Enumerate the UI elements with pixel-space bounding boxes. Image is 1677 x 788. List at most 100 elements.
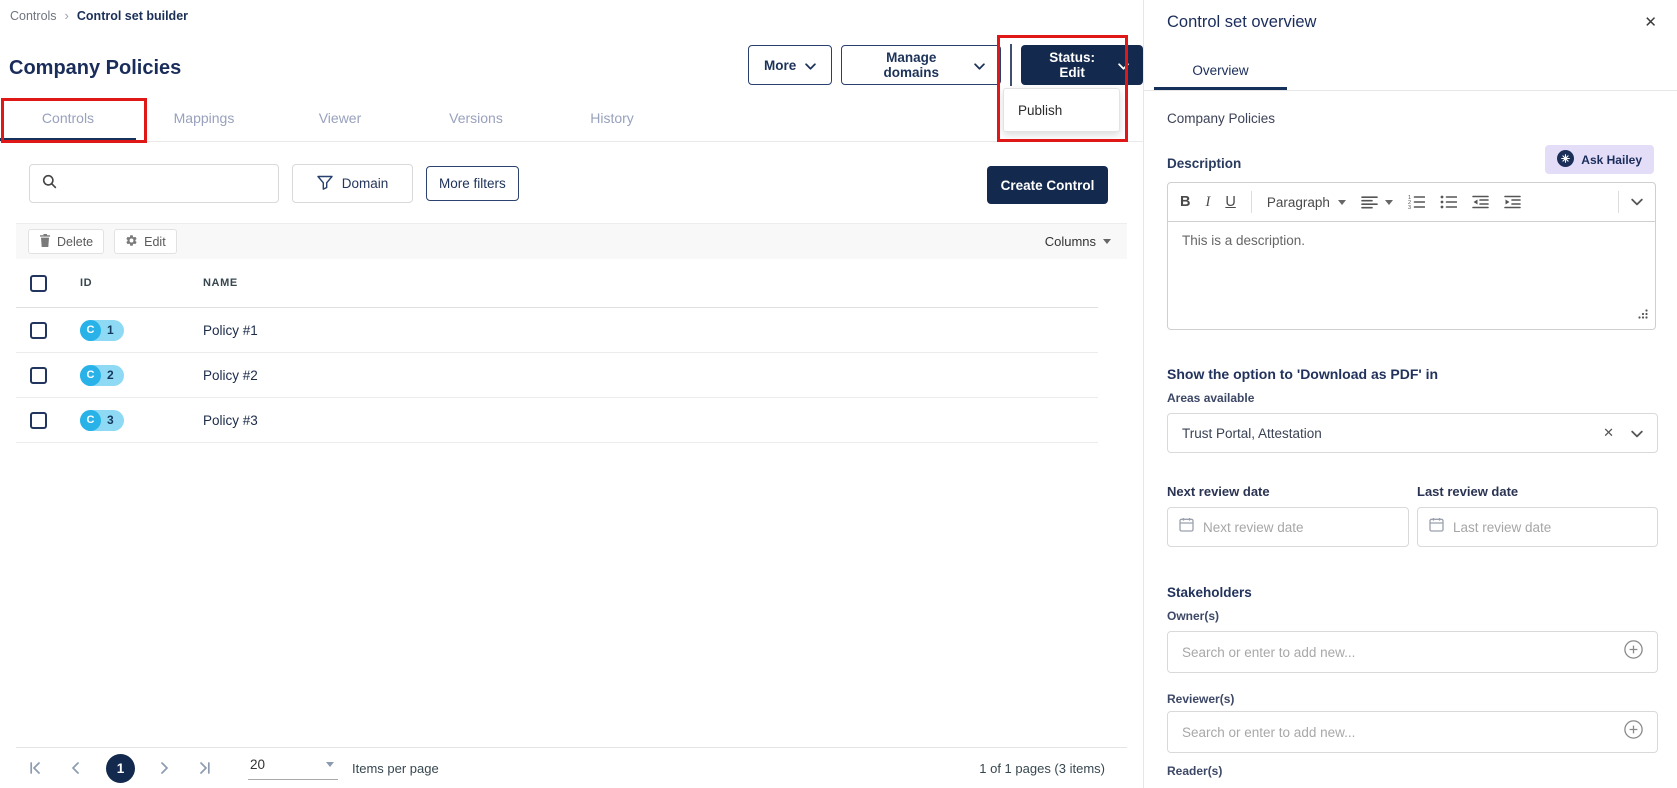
table-row[interactable]: C2 Policy #2 (16, 353, 1098, 398)
chevron-down-icon[interactable] (1631, 426, 1643, 441)
toolbar-more-chevron-icon[interactable] (1631, 198, 1643, 206)
badge-number: 1 (107, 323, 114, 337)
paragraph-style-dropdown[interactable]: Paragraph (1267, 195, 1346, 210)
areas-available-label: Areas available (1167, 391, 1254, 405)
download-pdf-heading: Show the option to 'Download as PDF' in (1167, 366, 1438, 382)
divider (1010, 44, 1012, 86)
controls-table: ID NAME C1 Policy #1 C2 Policy #2 C3 Pol… (16, 259, 1098, 443)
table-row[interactable]: C3 Policy #3 (16, 398, 1098, 443)
ask-hailey-label: Ask Hailey (1581, 153, 1642, 167)
outdent-button[interactable] (1472, 195, 1489, 209)
control-id-badge: C1 (80, 320, 124, 341)
table-row[interactable]: C1 Policy #1 (16, 308, 1098, 353)
edit-button[interactable]: Edit (114, 229, 177, 254)
tab-mappings[interactable]: Mappings (136, 97, 272, 141)
breadcrumb-controls[interactable]: Controls (10, 9, 57, 23)
select-all-checkbox[interactable] (30, 275, 47, 292)
tab-viewer[interactable]: Viewer (272, 97, 408, 141)
row-checkbox[interactable] (30, 367, 47, 384)
manage-domains-button[interactable]: Manage domains (841, 45, 1001, 85)
first-page-button[interactable] (28, 761, 42, 775)
control-name[interactable]: Policy #1 (203, 323, 1098, 338)
trash-icon (39, 234, 51, 250)
search-field[interactable] (29, 164, 279, 203)
badge-number: 2 (107, 368, 114, 382)
row-checkbox[interactable] (30, 322, 47, 339)
caret-down-icon (326, 762, 334, 767)
status-edit-label: Status: Edit (1035, 50, 1109, 80)
tab-history[interactable]: History (544, 97, 680, 141)
next-review-date-field[interactable] (1167, 507, 1409, 547)
items-per-page-label: Items per page (352, 761, 439, 776)
pagination-summary: 1 of 1 pages (3 items) (979, 761, 1105, 776)
caret-down-icon (1338, 200, 1346, 205)
divider (1144, 90, 1677, 91)
chevron-down-icon (974, 58, 985, 73)
caret-down-icon (1103, 239, 1111, 244)
last-review-date-input[interactable] (1453, 520, 1646, 535)
delete-button[interactable]: Delete (28, 229, 104, 254)
add-circle-icon[interactable] (1624, 720, 1643, 744)
next-page-button[interactable] (157, 761, 171, 775)
badge-prefix: C (80, 365, 101, 386)
domain-filter-label: Domain (342, 176, 389, 191)
table-header-row: ID NAME (16, 259, 1098, 308)
areas-available-select[interactable]: Trust Portal, Attestation ✕ (1167, 413, 1658, 453)
close-icon[interactable]: ✕ (1644, 13, 1657, 31)
rich-text-toolbar: B I U Paragraph 123 (1167, 182, 1656, 222)
chevron-down-icon (805, 58, 816, 73)
badge-prefix: C (80, 320, 101, 341)
indent-button[interactable] (1504, 195, 1521, 209)
page-size-select[interactable]: 20 (248, 757, 338, 780)
tab-controls[interactable]: Controls (0, 97, 136, 141)
last-review-date-field[interactable] (1417, 507, 1658, 547)
page-size-value: 20 (250, 757, 265, 772)
bullet-list-button[interactable] (1440, 195, 1457, 209)
add-circle-icon[interactable] (1624, 640, 1643, 664)
control-set-overview-panel: Control set overview ✕ Overview Company … (1143, 0, 1677, 788)
last-page-button[interactable] (198, 761, 212, 775)
create-control-button[interactable]: Create Control (987, 166, 1108, 204)
description-editor[interactable]: This is a description. (1167, 221, 1656, 330)
columns-dropdown[interactable]: Columns (1045, 234, 1111, 249)
stakeholders-heading: Stakeholders (1167, 585, 1252, 600)
underline-button[interactable]: U (1225, 194, 1235, 210)
tab-versions[interactable]: Versions (408, 97, 544, 141)
owners-input[interactable] (1182, 645, 1624, 660)
description-label: Description (1167, 156, 1241, 171)
domain-filter-button[interactable]: Domain (292, 164, 413, 203)
control-set-builder-page: Controls › Control set builder Company P… (0, 0, 1677, 788)
reviewers-input[interactable] (1182, 725, 1624, 740)
italic-button[interactable]: I (1205, 194, 1210, 211)
bold-button[interactable]: B (1180, 194, 1190, 210)
breadcrumb-control-set-builder: Control set builder (77, 9, 188, 23)
control-id-badge: C3 (80, 410, 124, 431)
svg-text:3: 3 (1408, 205, 1411, 209)
tab-overview[interactable]: Overview (1154, 54, 1287, 90)
search-input[interactable] (65, 176, 266, 191)
reviewers-field[interactable] (1167, 711, 1658, 753)
control-name[interactable]: Policy #3 (203, 413, 1098, 428)
owners-field[interactable] (1167, 631, 1658, 673)
main-area: Controls › Control set builder Company P… (0, 0, 1143, 788)
previous-page-button[interactable] (69, 761, 83, 775)
row-checkbox[interactable] (30, 412, 47, 429)
page-number-button[interactable]: 1 (106, 754, 135, 783)
calendar-icon (1429, 517, 1444, 537)
control-id-badge: C2 (80, 365, 124, 386)
ask-hailey-button[interactable]: Ask Hailey (1545, 145, 1654, 174)
more-filters-button[interactable]: More filters (426, 166, 519, 201)
clear-selection-icon[interactable]: ✕ (1603, 425, 1614, 441)
control-name[interactable]: Policy #2 (203, 368, 1098, 383)
status-edit-button[interactable]: Status: Edit (1021, 45, 1143, 85)
reviewers-label: Reviewer(s) (1167, 692, 1234, 706)
tab-bar: Controls Mappings Viewer Versions Histor… (0, 97, 1143, 142)
ordered-list-button[interactable]: 123 (1408, 195, 1425, 209)
page-title: Company Policies (9, 57, 181, 80)
more-button[interactable]: More (748, 45, 832, 85)
resize-grip-icon[interactable] (1638, 307, 1648, 322)
next-review-date-input[interactable] (1203, 520, 1397, 535)
panel-subtitle: Company Policies (1167, 111, 1275, 126)
badge-prefix: C (80, 410, 101, 431)
align-left-dropdown[interactable] (1361, 196, 1393, 209)
